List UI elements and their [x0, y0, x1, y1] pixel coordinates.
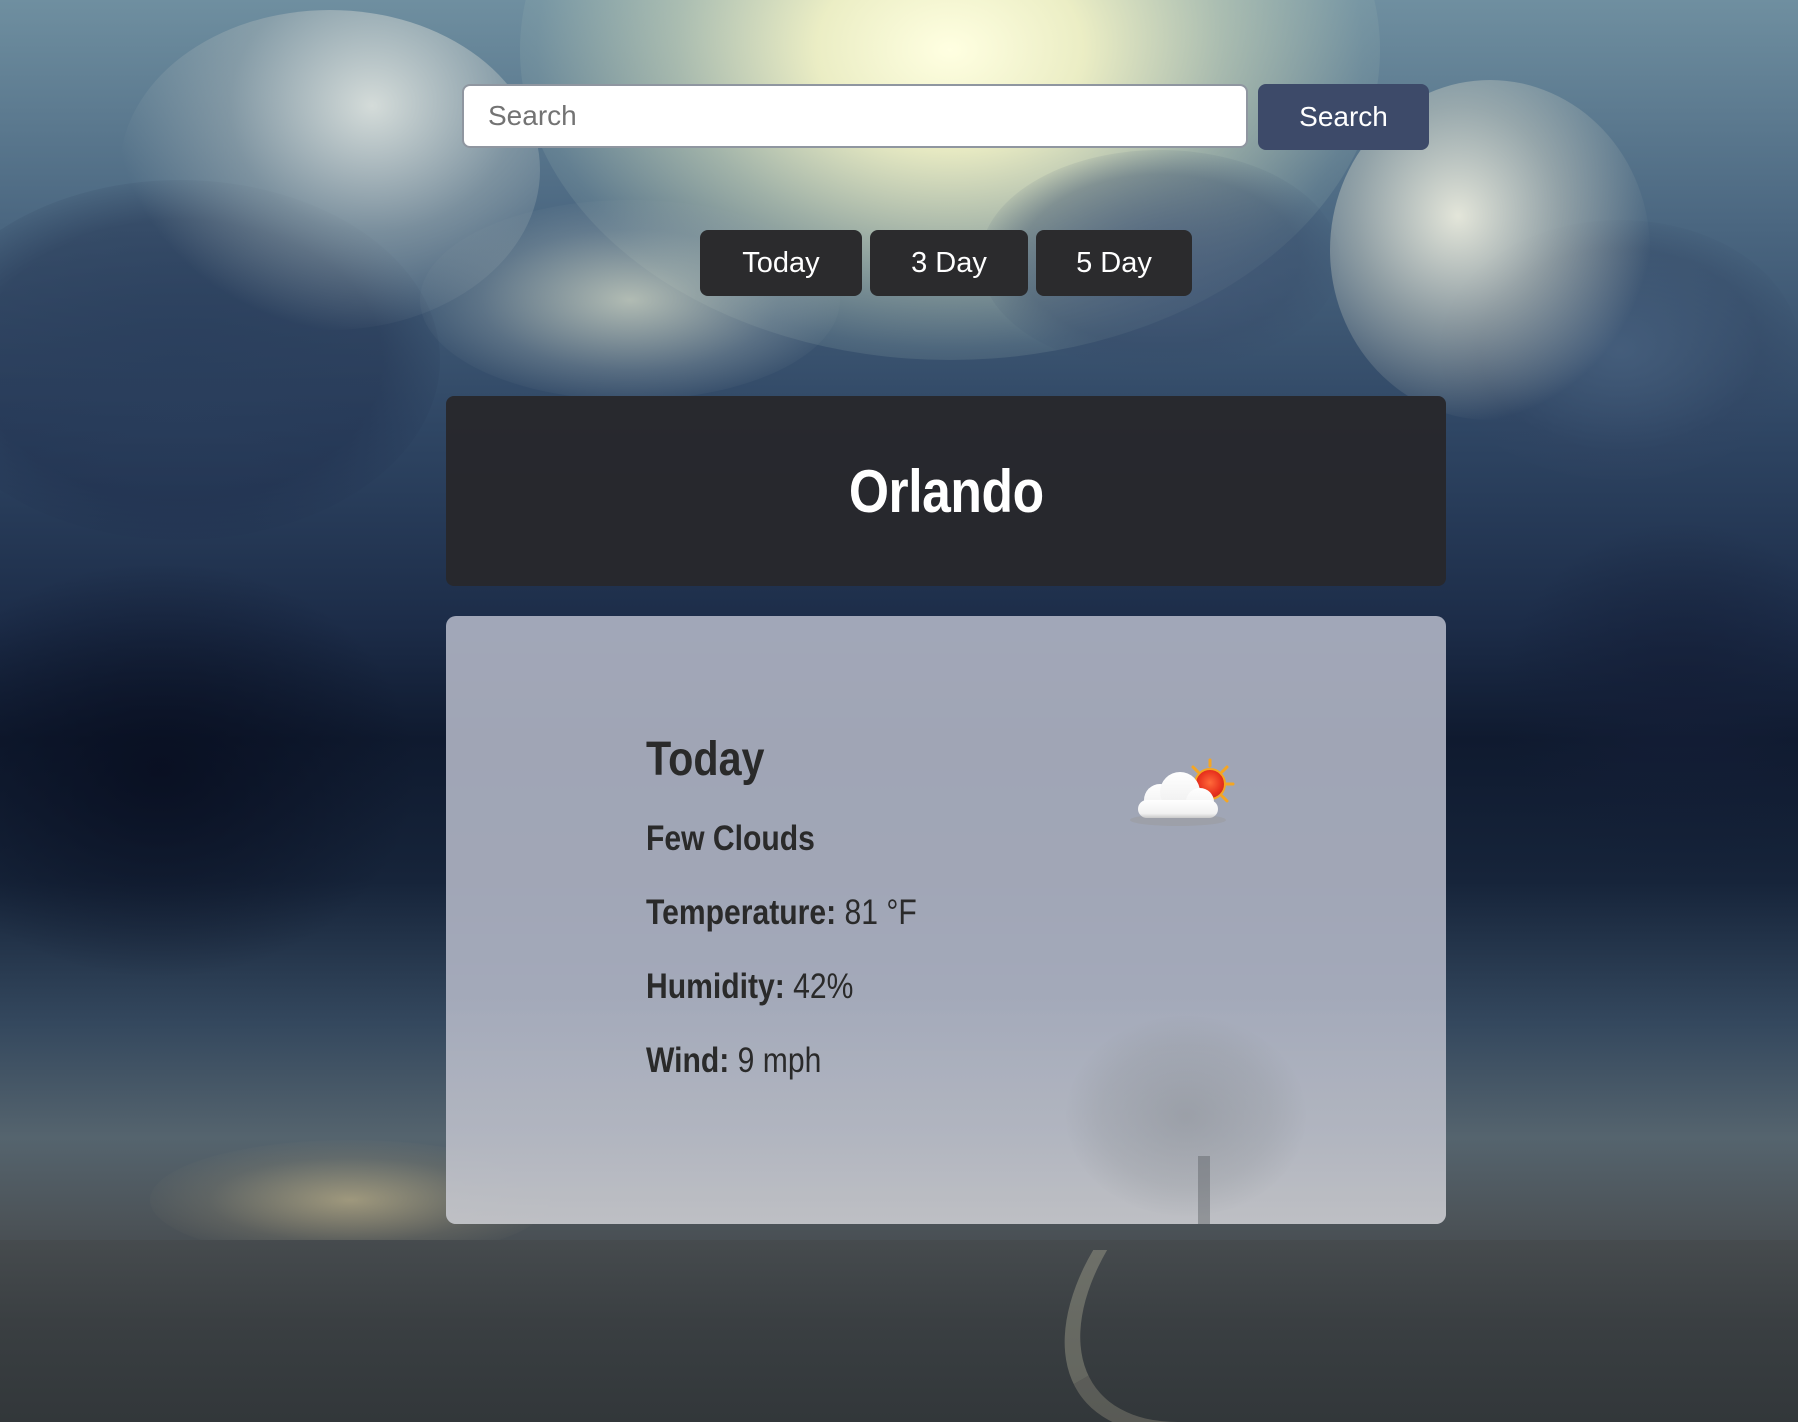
- few-clouds-icon: [1130, 758, 1235, 826]
- weather-card: Today Few Clouds Temperature: 81 °F Humi…: [446, 616, 1446, 1224]
- wind-value: 9 mph: [737, 1041, 822, 1080]
- search-button[interactable]: Search: [1258, 84, 1429, 150]
- weather-condition: Few Clouds: [646, 819, 815, 858]
- wind-row: Wind: 9 mph: [646, 1041, 917, 1081]
- three-day-button[interactable]: 3 Day: [870, 230, 1028, 296]
- temperature-label: Temperature:: [646, 893, 837, 932]
- humidity-row: Humidity: 42%: [646, 967, 917, 1007]
- city-header: Orlando: [446, 396, 1446, 586]
- temperature-row: Temperature: 81 °F: [646, 893, 917, 933]
- today-button[interactable]: Today: [700, 230, 862, 296]
- five-day-button[interactable]: 5 Day: [1036, 230, 1192, 296]
- search-input[interactable]: [462, 84, 1248, 148]
- forecast-details: Today Few Clouds Temperature: 81 °F Humi…: [646, 732, 961, 1115]
- city-name: Orlando: [848, 457, 1044, 525]
- wind-label: Wind:: [646, 1041, 730, 1080]
- humidity-label: Humidity:: [646, 967, 785, 1006]
- temperature-value: 81 °F: [844, 893, 917, 932]
- humidity-value: 42%: [793, 967, 854, 1006]
- forecast-day-title: Today: [646, 733, 765, 786]
